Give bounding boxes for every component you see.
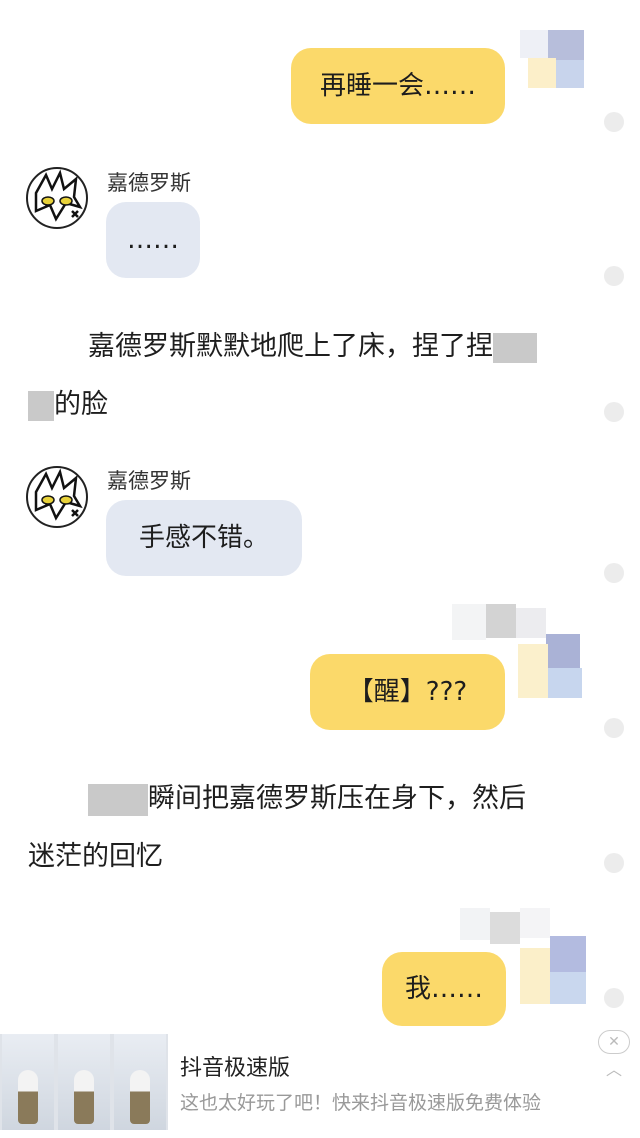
bot-avatar[interactable] (26, 466, 88, 532)
scroll-dot (604, 563, 624, 583)
bot-message-bubble[interactable]: …… (106, 202, 200, 278)
redacted-name (88, 783, 148, 816)
user-message-bubble[interactable]: 【醒】??? (310, 654, 505, 730)
ad-thumbnail-figure (114, 1034, 166, 1130)
narration-text: 嘉德罗斯默默地爬上了床，捏了捏 的脸 (28, 318, 588, 434)
close-icon[interactable]: ✕ (598, 1030, 630, 1054)
ad-description[interactable]: 这也太好玩了吧！快来抖音极速版免费体验 (180, 1088, 541, 1115)
user-message-bubble[interactable]: 再睡一会…… (291, 48, 505, 124)
ad-banner[interactable]: 抖音极速版 这也太好玩了吧！快来抖音极速版免费体验 ✕ ︿ (0, 1026, 640, 1138)
scroll-dot (604, 402, 624, 422)
narration-line: 嘉德罗斯默默地爬上了床，捏了捏 (88, 331, 493, 362)
narration-line: 的脸 (54, 389, 108, 420)
bot-name: 嘉德罗斯 (107, 469, 191, 493)
bot-message-bubble[interactable]: 手感不错。 (106, 500, 302, 576)
redacted-name (28, 390, 54, 421)
ad-thumbnail[interactable] (0, 1034, 168, 1130)
narration-line: 迷茫的回忆 (28, 841, 163, 872)
ad-thumbnail-figure (2, 1034, 54, 1130)
redacted-name (493, 332, 537, 363)
scroll-dot (604, 266, 624, 286)
bot-name: 嘉德罗斯 (107, 171, 191, 195)
ad-thumbnail-figure (58, 1034, 110, 1130)
bot-avatar[interactable] (26, 167, 88, 233)
narration-line: 瞬间把嘉德罗斯压在身下，然后 (148, 783, 526, 814)
scroll-dot (604, 853, 624, 873)
narration-text: 瞬间把嘉德罗斯压在身下，然后 迷茫的回忆 (28, 770, 588, 886)
scroll-dot (604, 718, 624, 738)
scroll-dot (604, 112, 624, 132)
ad-title[interactable]: 抖音极速版 (180, 1050, 290, 1082)
user-message-bubble[interactable]: 我…… (382, 952, 506, 1026)
scroll-dot (604, 988, 624, 1008)
chevron-up-icon[interactable]: ︿ (606, 1056, 622, 1080)
